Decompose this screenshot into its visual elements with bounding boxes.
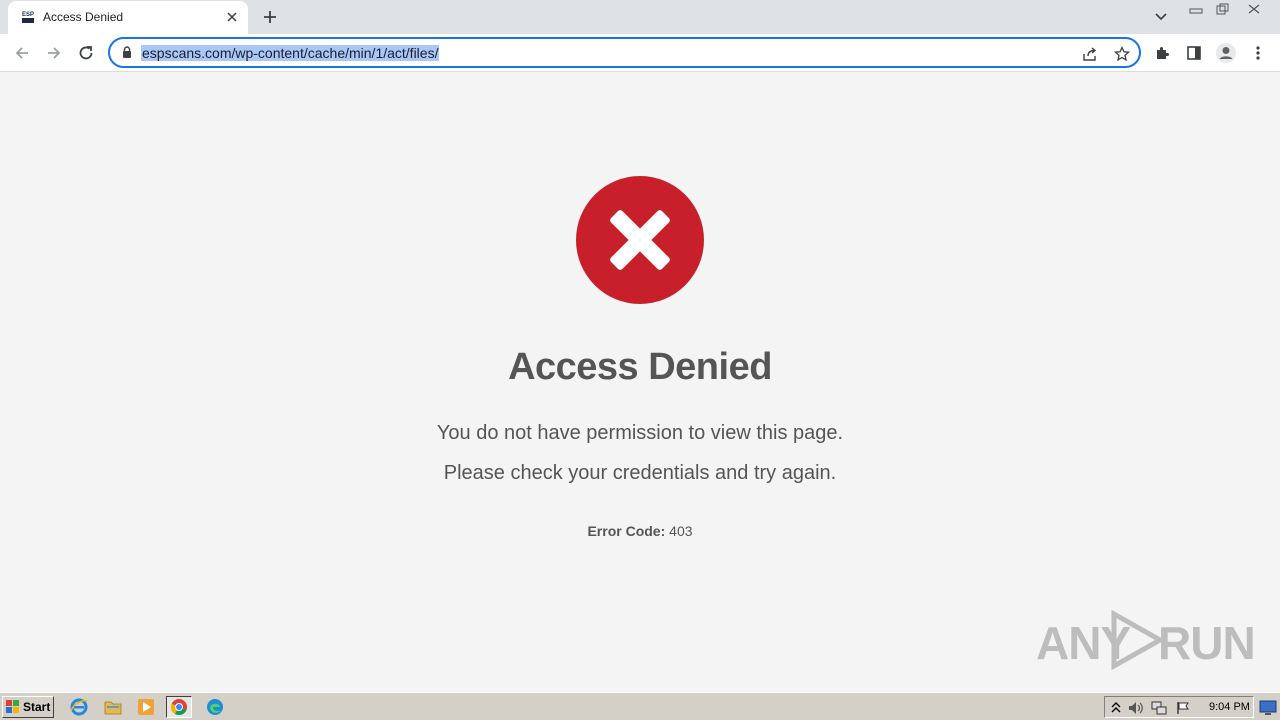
watermark-right-text: RUN [1158, 617, 1256, 669]
back-arrow-icon[interactable] [9, 40, 35, 66]
browser-toolbar: espscans.com/wp-content/cache/min/1/act/… [0, 34, 1280, 72]
extensions-puzzle-icon[interactable] [1151, 42, 1173, 64]
tray-expand-icon[interactable] [1108, 700, 1124, 716]
tab-title: Access Denied [43, 10, 124, 24]
tab-strip: ESP Access Denied [0, 0, 1280, 34]
anyrun-watermark: ANY RUN [1036, 608, 1256, 672]
error-code-label: Error Code: [587, 523, 666, 539]
reload-icon[interactable] [73, 40, 99, 66]
play-logo-icon [1111, 610, 1166, 670]
volume-icon[interactable] [1128, 700, 1144, 716]
bookmark-star-icon[interactable] [1112, 44, 1132, 64]
windows-taskbar: Start 9:04 PM [0, 692, 1280, 720]
error-code-value: 403 [669, 523, 693, 539]
credentials-message: Please check your credentials and try ag… [443, 462, 837, 484]
action-center-flag-icon[interactable] [1175, 700, 1191, 716]
page-title: Access Denied [508, 346, 772, 388]
edge-icon[interactable] [202, 696, 228, 718]
show-desktop-icon[interactable] [1259, 698, 1277, 716]
window-close-icon[interactable] [1240, 0, 1268, 18]
windows-logo-icon [6, 700, 19, 713]
window-restore-icon[interactable] [1208, 0, 1236, 18]
internet-explorer-icon[interactable] [66, 696, 92, 718]
taskbar-clock[interactable]: 9:04 PM [1209, 701, 1250, 713]
new-tab-icon[interactable] [258, 5, 282, 29]
red-x-circle-icon [576, 176, 704, 304]
chrome-icon[interactable] [166, 696, 192, 718]
forward-arrow-icon[interactable] [41, 40, 67, 66]
chevron-down-icon[interactable] [1150, 6, 1172, 28]
start-button[interactable]: Start [2, 696, 54, 718]
kebab-menu-icon[interactable] [1247, 42, 1269, 64]
side-panel-icon[interactable] [1183, 42, 1205, 64]
share-icon[interactable] [1080, 44, 1100, 64]
system-tray: 9:04 PM [1104, 696, 1254, 718]
tab-access-denied[interactable]: ESP Access Denied [8, 1, 248, 34]
start-label: Start [23, 700, 51, 714]
espscans-favicon-icon: ESP [21, 10, 35, 24]
media-player-icon[interactable] [133, 696, 159, 718]
url-text[interactable]: espscans.com/wp-content/cache/min/1/act/… [141, 45, 440, 61]
tab-close-icon[interactable] [222, 7, 242, 27]
network-icon[interactable] [1151, 700, 1167, 716]
lock-icon[interactable] [122, 46, 132, 59]
file-explorer-icon[interactable] [100, 696, 126, 718]
window-minimize-icon[interactable] [1182, 0, 1210, 18]
address-bar[interactable]: espscans.com/wp-content/cache/min/1/act/… [108, 37, 1141, 68]
svg-text:ESP: ESP [22, 12, 34, 18]
page-content: Access Denied You do not have permission… [0, 72, 1280, 692]
permission-message: You do not have permission to view this … [436, 422, 844, 444]
error-code: Error Code: 403 [0, 523, 1280, 539]
profile-avatar-icon[interactable] [1215, 42, 1237, 64]
